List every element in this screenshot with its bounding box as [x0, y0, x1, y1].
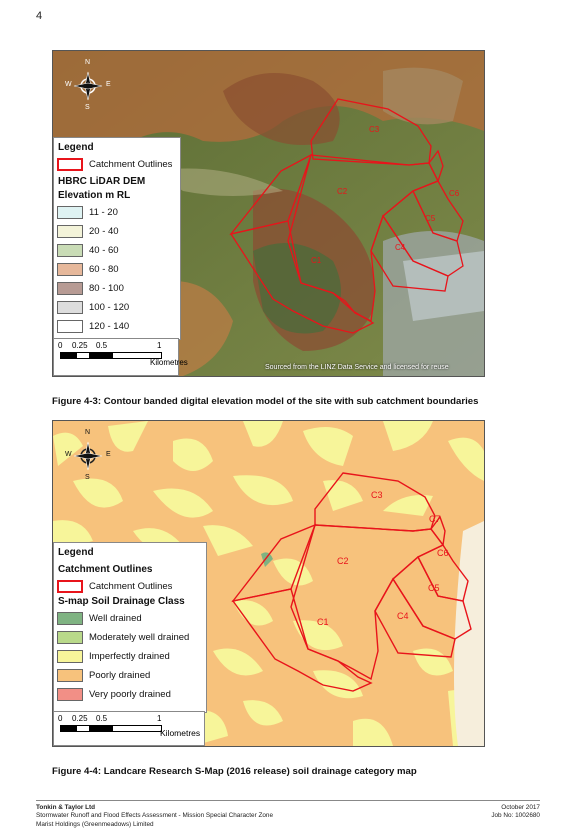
- legend-title: Legend: [58, 142, 94, 153]
- legend-outline-label: Catchment Outlines: [89, 581, 173, 592]
- legend-dem-title: HBRC LiDAR DEM: [58, 176, 146, 187]
- legend-class-row: 100 - 120: [54, 298, 180, 317]
- catchment-label-c1: C1: [311, 256, 322, 265]
- page-number: 4: [36, 10, 43, 22]
- legend-swatch: [57, 206, 83, 219]
- scale-tick: 0: [58, 341, 63, 350]
- footer-report: Stormwater Runoff and Flood Effects Asse…: [36, 812, 274, 820]
- compass-n: N: [85, 59, 91, 66]
- compass-w: W: [65, 81, 72, 88]
- scale-tick: 0.25: [72, 341, 88, 350]
- scale-bar-graphic: [60, 725, 162, 732]
- legend-class-label: 100 - 120: [89, 302, 130, 313]
- legend-swatch: [57, 244, 83, 257]
- catchment-label-c4: C4: [395, 243, 406, 252]
- footer-divider: [36, 800, 540, 801]
- scale-bar-graphic: [60, 352, 162, 359]
- legend-class-row: Very poorly drained: [54, 685, 206, 704]
- legend-class-row: Imperfectly drained: [54, 647, 206, 666]
- catchment-label-c6: C6: [449, 189, 460, 198]
- legend-class-label: Poorly drained: [89, 670, 151, 681]
- legend-class-row: 120 - 140: [54, 317, 180, 336]
- footer-company: Tonkin & Taylor Ltd: [36, 804, 96, 811]
- scale-bar: 0 0.25 0.5 1 Kilometres: [53, 338, 188, 376]
- footer-job: Job No: 1002680: [491, 812, 540, 820]
- legend-class-row: Poorly drained: [54, 666, 206, 685]
- scale-unit: Kilometres: [160, 728, 201, 738]
- catchment-label-c5: C5: [425, 214, 436, 223]
- dem-legend: Legend Catchment Outlines HBRC LiDAR DEM…: [53, 137, 181, 340]
- legend-swatch: [57, 631, 83, 644]
- soil-legend: Legend Catchment Outlines Catchment Outl…: [53, 542, 207, 713]
- legend-elev-title: Elevation m RL: [58, 190, 131, 201]
- legend-class-row: 40 - 60: [54, 241, 180, 260]
- catchment-label-c2: C2: [337, 187, 348, 196]
- catchment-label-c2: C2: [337, 556, 349, 566]
- legend-class-label: Imperfectly drained: [89, 651, 170, 662]
- legend-class-row: Moderately well drained: [54, 628, 206, 647]
- figure-4-4-soil-map: N S W E C3 C7 C6 C2 C5 C4 C1 Legend Catc…: [52, 420, 485, 747]
- catchment-label-c5: C5: [428, 583, 440, 593]
- legend-class-label: 11 - 20: [89, 207, 118, 218]
- catchment-label-c3: C3: [369, 125, 380, 134]
- scale-tick: 0: [58, 714, 63, 723]
- compass-w: W: [65, 451, 72, 458]
- legend-swatch: [57, 650, 83, 663]
- legend-swatch: [57, 320, 83, 333]
- legend-class-label: 40 - 60: [89, 245, 119, 256]
- compass-n: N: [85, 429, 91, 436]
- figure-4-3-caption: Figure 4-3: Contour banded digital eleva…: [52, 396, 479, 407]
- legend-outline-title: Catchment Outlines: [58, 564, 153, 575]
- legend-class-label: 20 - 40: [89, 226, 119, 237]
- catchment-outline-swatch: [57, 580, 83, 593]
- legend-class-label: Very poorly drained: [89, 689, 171, 700]
- legend-class-label: 120 - 140: [89, 321, 130, 332]
- figure-4-4-caption: Figure 4-4: Landcare Research S-Map (201…: [52, 766, 417, 777]
- scale-tick: 0.5: [96, 341, 108, 350]
- compass-e: E: [106, 81, 111, 88]
- scale-unit: Kilometres: [150, 358, 188, 367]
- legend-swatch: [57, 225, 83, 238]
- catchment-label-c6: C6: [437, 548, 449, 558]
- legend-outline-label: Catchment Outlines: [89, 159, 173, 170]
- legend-class-label: 60 - 80: [89, 264, 119, 275]
- compass-s: S: [85, 104, 90, 111]
- legend-class-row: Well drained: [54, 609, 206, 628]
- compass-s: S: [85, 474, 90, 481]
- legend-class-title: S-map Soil Drainage Class: [58, 596, 185, 607]
- catchment-label-c4: C4: [397, 611, 409, 621]
- catchment-label-c7: C7: [429, 514, 441, 524]
- legend-class-row: 20 - 40: [54, 222, 180, 241]
- legend-swatch: [57, 282, 83, 295]
- compass-e: E: [106, 451, 111, 458]
- legend-class-label: Well drained: [89, 613, 142, 624]
- legend-swatch: [57, 301, 83, 314]
- legend-class-row: 11 - 20: [54, 203, 180, 222]
- legend-class-label: 80 - 100: [89, 283, 124, 294]
- legend-swatch: [57, 669, 83, 682]
- legend-class-row: 60 - 80: [54, 260, 180, 279]
- map-attribution: Sourced from the LINZ Data Service and l…: [265, 364, 449, 371]
- scale-tick: 0.25: [72, 714, 88, 723]
- legend-swatch: [57, 263, 83, 276]
- legend-class-label: Moderately well drained: [89, 632, 190, 643]
- figure-4-3-dem-map: N S W E C3 C2 C6 C5 C4 C1 Legend Catchme…: [52, 50, 485, 377]
- catchment-label-c3: C3: [371, 490, 383, 500]
- footer-right: October 2017 Job No: 1002680: [491, 804, 540, 821]
- footer-client: Marist Holdings (Greenmeadows) Limited: [36, 820, 154, 828]
- legend-title: Legend: [58, 547, 94, 558]
- legend-swatch: [57, 688, 83, 701]
- scale-bar: 0 0.25 0.5 1 Kilometres: [53, 711, 205, 746]
- legend-swatch: [57, 612, 83, 625]
- footer-date: October 2017: [501, 804, 540, 811]
- scale-tick: 0.5: [96, 714, 108, 723]
- footer-left: Tonkin & Taylor Ltd Stormwater Runoff an…: [36, 804, 273, 829]
- legend-class-row: 80 - 100: [54, 279, 180, 298]
- scale-tick: 1: [157, 341, 162, 350]
- catchment-label-c1: C1: [317, 617, 329, 627]
- scale-tick: 1: [157, 714, 162, 723]
- catchment-outline-swatch: [57, 158, 83, 171]
